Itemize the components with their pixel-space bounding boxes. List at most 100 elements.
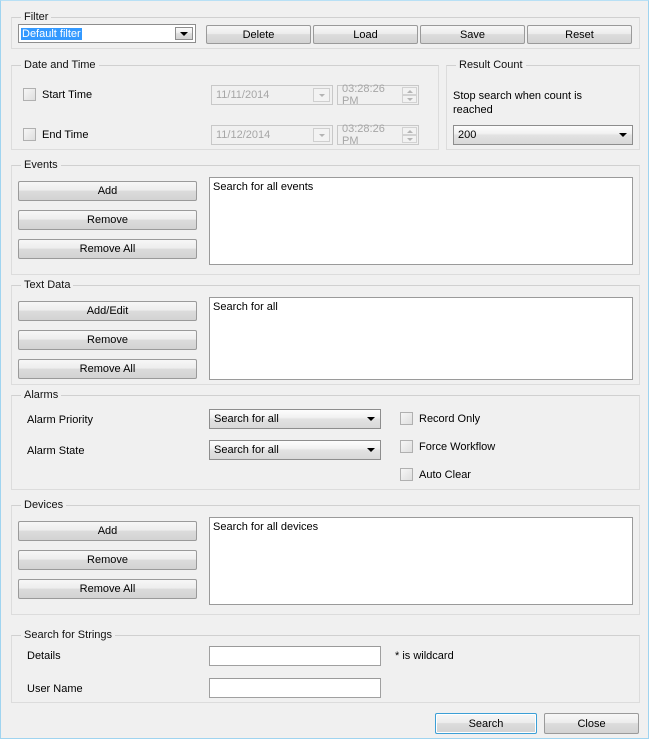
devices-listbox[interactable]: Search for all devices xyxy=(209,517,633,605)
spinner-up-button[interactable] xyxy=(402,87,417,95)
delete-filter-button[interactable]: Delete xyxy=(206,25,311,44)
start-time-checkbox[interactable]: Start Time xyxy=(23,88,92,101)
textdata-remove-label: Remove xyxy=(87,334,128,346)
end-date-value: 11/12/2014 xyxy=(216,129,271,141)
load-filter-button[interactable]: Load xyxy=(313,25,418,44)
events-legend: Events xyxy=(21,159,61,171)
devices-remove-button[interactable]: Remove xyxy=(18,550,197,570)
caret-up-icon xyxy=(406,129,413,133)
events-listbox[interactable]: Search for all events xyxy=(209,177,633,265)
start-date-picker[interactable]: 11/11/2014 xyxy=(211,85,333,105)
filter-group-legend: Filter xyxy=(21,11,52,23)
start-time-stepper[interactable] xyxy=(402,87,417,103)
end-time-checkbox[interactable]: End Time xyxy=(23,128,88,141)
start-date-dropdown-button[interactable] xyxy=(313,88,330,102)
events-remove-label: Remove xyxy=(87,214,128,226)
end-time-label: End Time xyxy=(42,128,89,141)
start-time-label: Start Time xyxy=(42,88,93,101)
caret-down-icon xyxy=(406,97,413,101)
events-remove-all-label: Remove All xyxy=(79,243,136,255)
filter-name-value: Default filter xyxy=(21,27,82,40)
alarm-state-dropdown-button[interactable] xyxy=(362,448,380,452)
devices-legend: Devices xyxy=(21,499,67,511)
details-input[interactable] xyxy=(209,646,381,666)
close-button[interactable]: Close xyxy=(544,713,639,734)
dialog-body: Filter Default filter Delete Load Save R… xyxy=(3,3,648,738)
force-workflow-checkbox[interactable]: Force Workflow xyxy=(400,440,495,453)
checkbox-icon[interactable] xyxy=(23,128,36,141)
force-workflow-label: Force Workflow xyxy=(419,440,496,453)
devices-remove-all-button[interactable]: Remove All xyxy=(18,579,197,599)
spinner-down-button[interactable] xyxy=(402,95,417,103)
end-date-picker[interactable]: 11/12/2014 xyxy=(211,125,333,145)
username-input[interactable] xyxy=(209,678,381,698)
load-filter-label: Load xyxy=(353,28,378,41)
caret-down-icon xyxy=(406,137,413,141)
textdata-add-edit-label: Add/Edit xyxy=(86,305,129,317)
start-time-spinner[interactable]: 03:28:26 PM xyxy=(337,83,419,107)
start-time-value: 03:28:26 PM xyxy=(342,83,385,107)
list-item[interactable]: Search for all xyxy=(213,300,629,314)
alarm-priority-label: Alarm Priority xyxy=(27,414,94,426)
filter-name-input[interactable]: Default filter xyxy=(19,25,175,42)
start-date-value: 11/11/2014 xyxy=(216,89,270,101)
list-item[interactable]: Search for all devices xyxy=(213,520,629,534)
alarm-state-combobox[interactable]: Search for all xyxy=(209,440,381,460)
alarm-priority-combobox[interactable]: Search for all xyxy=(209,409,381,429)
events-remove-button[interactable]: Remove xyxy=(18,210,197,230)
checkbox-icon[interactable] xyxy=(400,440,413,453)
save-filter-button[interactable]: Save xyxy=(420,25,525,44)
filter-name-dropdown-button[interactable] xyxy=(175,27,193,40)
spinner-down-button[interactable] xyxy=(402,135,417,143)
record-only-checkbox[interactable]: Record Only xyxy=(400,412,480,425)
checkbox-icon[interactable] xyxy=(400,412,413,425)
record-only-label: Record Only xyxy=(419,412,481,425)
textdata-remove-all-button[interactable]: Remove All xyxy=(18,359,197,379)
chevron-down-icon xyxy=(619,133,627,137)
alarm-priority-dropdown-button[interactable] xyxy=(362,417,380,421)
events-remove-all-button[interactable]: Remove All xyxy=(18,239,197,259)
checkbox-icon[interactable] xyxy=(400,468,413,481)
reset-filter-button[interactable]: Reset xyxy=(527,25,632,44)
delete-filter-label: Delete xyxy=(242,28,275,41)
devices-add-label: Add xyxy=(97,525,118,537)
chevron-down-icon xyxy=(367,448,375,452)
list-item[interactable]: Search for all events xyxy=(213,180,629,194)
spinner-up-button[interactable] xyxy=(402,127,417,135)
checkbox-icon[interactable] xyxy=(23,88,36,101)
end-date-dropdown-button[interactable] xyxy=(313,128,330,142)
date-and-time-legend: Date and Time xyxy=(21,59,99,71)
text-data-legend: Text Data xyxy=(21,279,74,291)
auto-clear-checkbox[interactable]: Auto Clear xyxy=(400,468,471,481)
search-button-label: Search xyxy=(468,717,504,730)
events-add-button[interactable]: Add xyxy=(18,181,197,201)
alarm-state-value: Search for all xyxy=(214,444,279,456)
filter-name-combobox[interactable]: Default filter xyxy=(18,24,196,43)
result-count-value: 200 xyxy=(458,129,477,141)
result-count-dropdown-button[interactable] xyxy=(614,133,632,137)
result-count-combobox[interactable]: 200 xyxy=(453,125,633,145)
chevron-down-icon xyxy=(318,133,325,137)
text-data-listbox[interactable]: Search for all xyxy=(209,297,633,380)
username-label: User Name xyxy=(27,683,83,695)
end-time-spinner[interactable]: 03:28:26 PM xyxy=(337,123,419,147)
textdata-remove-button[interactable]: Remove xyxy=(18,330,197,350)
reset-filter-label: Reset xyxy=(565,28,594,41)
search-for-strings-legend: Search for Strings xyxy=(21,629,116,641)
search-button[interactable]: Search xyxy=(435,713,537,734)
wildcard-hint: * is wildcard xyxy=(395,650,454,662)
devices-add-button[interactable]: Add xyxy=(18,521,197,541)
chevron-down-icon xyxy=(367,417,375,421)
close-button-label: Close xyxy=(577,717,606,730)
textdata-add-edit-button[interactable]: Add/Edit xyxy=(18,301,197,321)
events-add-label: Add xyxy=(97,185,118,197)
caret-up-icon xyxy=(406,89,413,93)
textdata-remove-all-label: Remove All xyxy=(79,363,136,375)
chevron-down-icon xyxy=(318,93,325,97)
end-time-stepper[interactable] xyxy=(402,127,417,143)
save-filter-label: Save xyxy=(459,28,486,41)
alarms-legend: Alarms xyxy=(21,389,62,401)
search-filter-dialog: Filter Default filter Delete Load Save R… xyxy=(0,0,649,739)
alarm-state-label: Alarm State xyxy=(27,445,85,457)
result-count-legend: Result Count xyxy=(456,59,526,71)
